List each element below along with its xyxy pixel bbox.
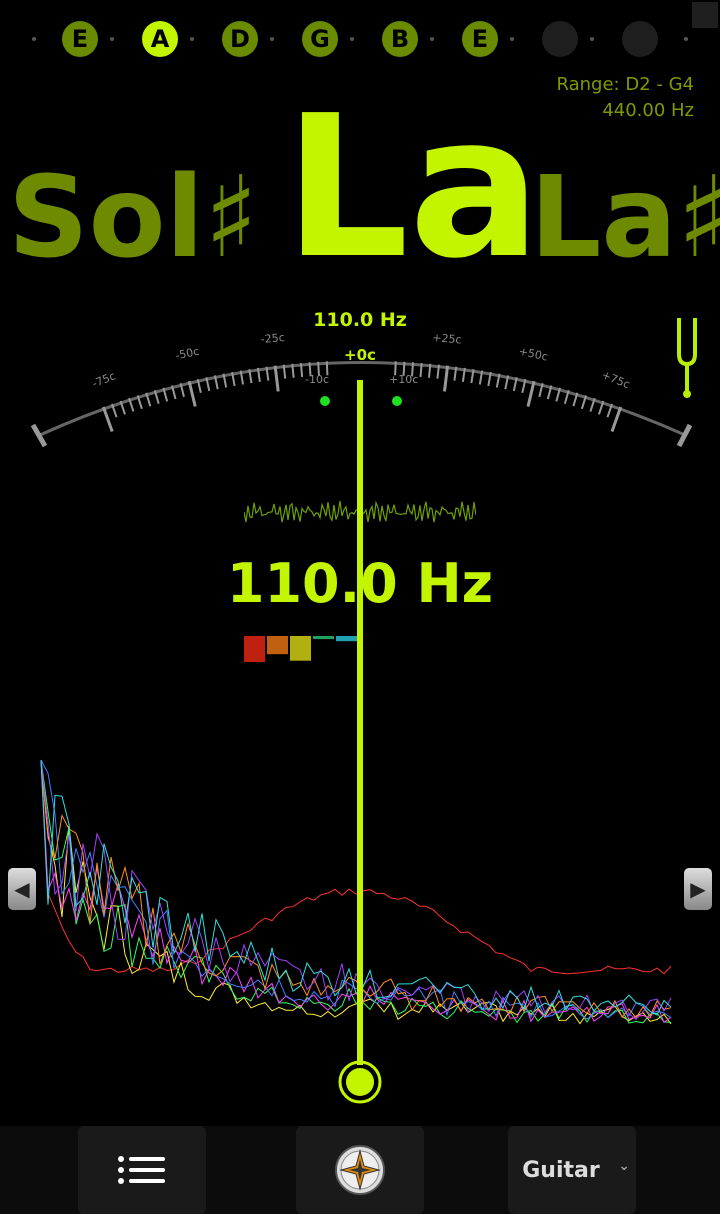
meter-tick xyxy=(610,406,623,433)
meter-tick xyxy=(101,406,114,432)
range-text: Range: D2 - G4 xyxy=(556,74,695,95)
string-button-5[interactable]: B xyxy=(382,21,418,57)
meter-tick xyxy=(442,365,450,392)
label-minus-75c: -75c xyxy=(90,369,117,390)
label-minus-50c: -50c xyxy=(174,345,200,363)
next-arrow-button[interactable]: ▶ xyxy=(684,868,712,910)
meter-tick xyxy=(291,363,295,378)
separator-dot xyxy=(110,37,114,41)
instrument-label: Guitar xyxy=(522,1157,600,1183)
meter-frequency: 110.0 Hz xyxy=(313,309,407,331)
separator-dot xyxy=(190,37,194,41)
label-plus-10c: +10c xyxy=(389,373,418,386)
separator-dot xyxy=(590,37,594,41)
level-bar xyxy=(267,636,288,655)
compass-icon xyxy=(335,1145,385,1195)
tuning-fork-icon[interactable] xyxy=(672,314,702,400)
separator-dot xyxy=(270,37,274,41)
separator-dot xyxy=(430,37,434,41)
reference-frequency: 440.00 Hz xyxy=(602,100,694,121)
string-button-7[interactable] xyxy=(542,21,578,57)
cents-readout: +0c xyxy=(344,346,376,364)
label-plus-25c: +25c xyxy=(432,331,462,347)
level-bar xyxy=(290,636,311,661)
meter-end-tick-right xyxy=(676,423,693,448)
prev-note: Sol♯ xyxy=(8,153,259,283)
meter-tick xyxy=(427,363,432,378)
string-button-1[interactable]: E xyxy=(62,21,98,57)
label-plus-75c: +75c xyxy=(600,368,632,391)
menu-corner-button[interactable] xyxy=(692,2,718,28)
meter-tick xyxy=(187,380,197,407)
in-tune-light-left xyxy=(320,396,330,406)
meter-end-tick-left xyxy=(30,423,48,448)
label-plus-50c: +50c xyxy=(518,345,549,364)
next-note: La♯ xyxy=(530,153,720,283)
chevron-down-icon: ⌄ xyxy=(618,1158,630,1174)
string-button-8[interactable] xyxy=(622,21,658,57)
menu-button[interactable] xyxy=(78,1126,206,1214)
meter-tick xyxy=(299,362,304,378)
label-minus-10c: -10c xyxy=(305,373,329,386)
string-button-2[interactable]: A xyxy=(142,21,178,57)
meter-tick xyxy=(526,380,536,407)
string-button-6[interactable]: E xyxy=(462,21,498,57)
separator-dot xyxy=(684,37,688,41)
compass-button[interactable] xyxy=(296,1126,424,1214)
string-selector: E A D G B E xyxy=(0,0,720,80)
separator-dot xyxy=(350,37,354,41)
level-bar xyxy=(244,636,265,662)
range-info: Range: D2 - G4 440.00 Hz xyxy=(557,72,695,124)
previous-arrow-button[interactable]: ◀ xyxy=(8,868,36,910)
label-minus-25c: -25c xyxy=(260,331,285,346)
in-tune-light-right xyxy=(392,396,402,406)
string-button-3[interactable]: D xyxy=(222,21,258,57)
instrument-selector[interactable]: Guitar ⌄ xyxy=(508,1126,636,1214)
tuning-needle xyxy=(338,380,382,1104)
current-note: La xyxy=(284,74,542,302)
separator-dot xyxy=(32,37,36,41)
meter-tick xyxy=(419,362,423,378)
separator-dot xyxy=(510,37,514,41)
string-button-4[interactable]: G xyxy=(302,21,338,57)
menu-list-icon xyxy=(118,1156,165,1184)
bottom-toolbar: Guitar ⌄ xyxy=(0,1126,720,1214)
meter-tick xyxy=(273,365,280,392)
